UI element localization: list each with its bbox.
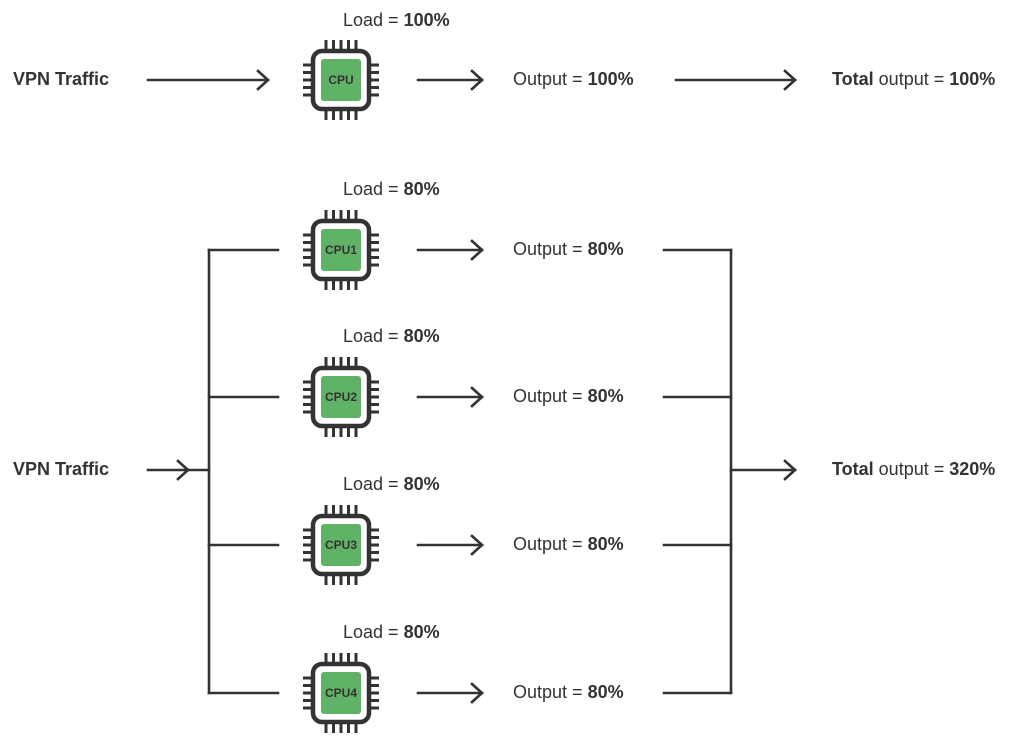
cpu-label: CPU2 bbox=[325, 390, 357, 404]
arrow-to-output bbox=[416, 682, 484, 704]
output-label: Output = 80% bbox=[513, 534, 624, 554]
load-label-part: Load = bbox=[343, 622, 404, 642]
cpu-label: CPU1 bbox=[325, 243, 357, 257]
cpu-icon: CPU4 bbox=[303, 653, 379, 733]
output-label: Output = 100% bbox=[513, 69, 634, 89]
arrow-to-total bbox=[674, 69, 797, 91]
load-label: Load = 80% bbox=[343, 474, 440, 494]
total-output-label-part: Total bbox=[832, 69, 874, 89]
total-output-label-part: 100% bbox=[949, 69, 995, 89]
load-label-part: Load = bbox=[343, 179, 404, 199]
arrow-to-output bbox=[416, 534, 484, 556]
cpu-label: CPU bbox=[328, 73, 353, 87]
load-label-part: 100% bbox=[404, 10, 450, 30]
arrow-to-cpu bbox=[146, 69, 270, 91]
total-output-label-part: 320% bbox=[949, 459, 995, 479]
arrow-to-output bbox=[416, 69, 484, 91]
output-label-part: Output = bbox=[513, 682, 588, 702]
vpn-traffic-label-part: VPN Traffic bbox=[13, 459, 109, 479]
output-label: Output = 80% bbox=[513, 682, 624, 702]
output-label-part: 80% bbox=[588, 239, 624, 259]
load-label-part: 80% bbox=[404, 179, 440, 199]
load-label-part: 80% bbox=[404, 474, 440, 494]
vpn-traffic-label-part: VPN Traffic bbox=[13, 69, 109, 89]
cpu-label: CPU4 bbox=[325, 686, 357, 700]
load-label-part: Load = bbox=[343, 326, 404, 346]
output-label: Output = 80% bbox=[513, 239, 624, 259]
load-label: Load = 80% bbox=[343, 179, 440, 199]
cpu-scaling-diagram: VPN TrafficLoad = 100%CPU Output = 100% To… bbox=[13, 10, 995, 733]
output-label-part: Output = bbox=[513, 239, 588, 259]
arrow-to-splitter bbox=[146, 459, 190, 481]
output-label-part: Output = bbox=[513, 386, 588, 406]
load-label: Load = 100% bbox=[343, 10, 450, 30]
vpn-traffic-label: VPN Traffic bbox=[13, 69, 109, 89]
arrow-to-total bbox=[729, 459, 797, 481]
cpu-label: CPU3 bbox=[325, 538, 357, 552]
load-label-part: 80% bbox=[404, 326, 440, 346]
total-output-label-part: output = bbox=[874, 69, 950, 89]
load-label-part: Load = bbox=[343, 474, 404, 494]
arrow-to-output bbox=[416, 386, 484, 408]
cpu-icon: CPU1 bbox=[303, 210, 379, 290]
output-label-part: Output = bbox=[513, 69, 588, 89]
output-label: Output = 80% bbox=[513, 386, 624, 406]
total-output-label-part: output = bbox=[874, 459, 950, 479]
total-output-label: Total output = 320% bbox=[832, 459, 995, 479]
cpu-icon: CPU3 bbox=[303, 505, 379, 585]
output-label-part: 80% bbox=[588, 534, 624, 554]
load-label-part: 80% bbox=[404, 622, 440, 642]
total-output-label-part: Total bbox=[832, 459, 874, 479]
cpu-icon: CPU2 bbox=[303, 357, 379, 437]
output-label-part: Output = bbox=[513, 534, 588, 554]
output-label-part: 80% bbox=[588, 386, 624, 406]
cpu-icon: CPU bbox=[303, 40, 379, 120]
load-label: Load = 80% bbox=[343, 622, 440, 642]
load-label: Load = 80% bbox=[343, 326, 440, 346]
load-label-part: Load = bbox=[343, 10, 404, 30]
arrow-to-output bbox=[416, 239, 484, 261]
output-label-part: 100% bbox=[588, 69, 634, 89]
total-output-label: Total output = 100% bbox=[832, 69, 995, 89]
vpn-traffic-label: VPN Traffic bbox=[13, 459, 109, 479]
output-label-part: 80% bbox=[588, 682, 624, 702]
